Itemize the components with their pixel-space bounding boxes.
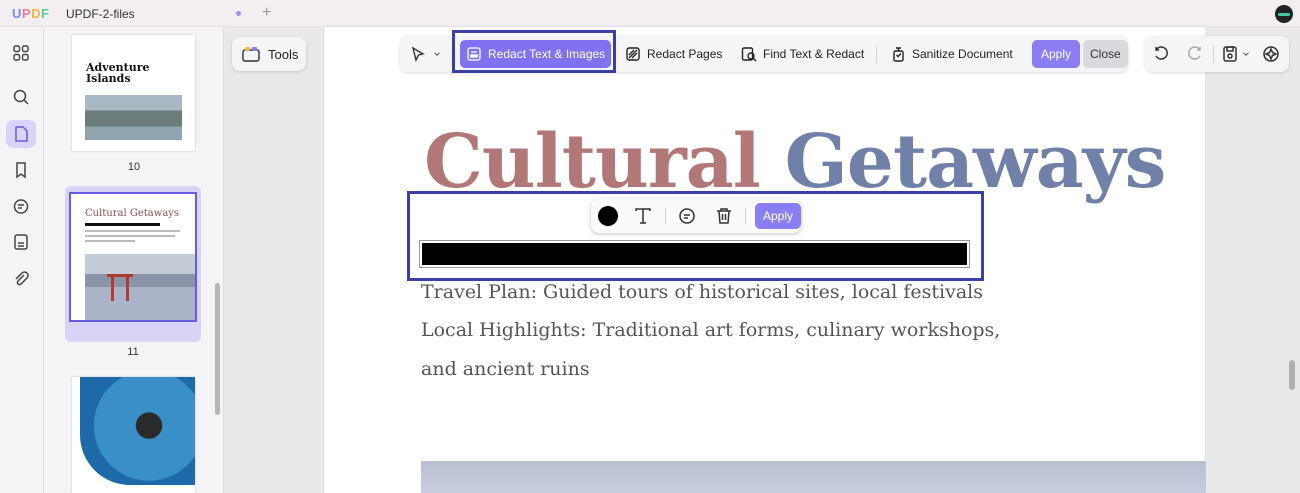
- tab-title: UPDF-2-files: [66, 7, 135, 21]
- pdf-page: Cultural Getaways Apply Travel Plan: Gui…: [323, 27, 1206, 493]
- comment-icon[interactable]: [678, 207, 696, 225]
- chevron-down-icon: [434, 52, 440, 56]
- text-line-local-highlights: Local Highlights: Traditional art forms,…: [421, 319, 1001, 341]
- title-bar: UPDF UPDF-2-files +: [0, 0, 1300, 27]
- thumb-text-line: [85, 240, 135, 242]
- cursor-icon: [411, 46, 425, 62]
- text-line-ancient-ruins: and ancient ruins: [421, 358, 590, 380]
- active-tool-highlight: [452, 30, 616, 73]
- select-tool-button[interactable]: [404, 40, 448, 68]
- tools-label: Tools: [268, 46, 299, 62]
- bookmark-icon[interactable]: [6, 156, 36, 184]
- thumbnail-panel: Adventure Islands 10 Cultural Getaways 1…: [44, 27, 224, 493]
- document-icon[interactable]: [6, 120, 36, 148]
- find-text-redact-button[interactable]: Find Text & Redact: [735, 40, 870, 68]
- page-image-partial: [421, 461, 1206, 493]
- tools-button[interactable]: Tools: [232, 37, 306, 71]
- chevron-down-icon[interactable]: [1241, 45, 1251, 63]
- thumb-image-diver: [80, 377, 195, 485]
- divider: [1213, 45, 1214, 63]
- redact-pages-button[interactable]: Redact Pages: [619, 40, 728, 68]
- thumb-text-line: [85, 235, 175, 237]
- document-scrollbar[interactable]: [1289, 360, 1295, 390]
- thumb-redaction-mark: [85, 223, 160, 226]
- thumbnail-scrollbar[interactable]: [215, 283, 220, 415]
- close-button[interactable]: Close: [1083, 40, 1128, 68]
- text-icon[interactable]: [634, 207, 652, 225]
- thumb-title: Cultural Getaways: [85, 208, 180, 219]
- thumb-image-coast: [85, 95, 182, 140]
- divider: [745, 208, 746, 224]
- fill-color-swatch[interactable]: [598, 206, 618, 226]
- redact-pages-label: Redact Pages: [647, 47, 723, 61]
- sanitize-document-button[interactable]: Sanitize Document: [884, 40, 1019, 68]
- find-redact-icon: [741, 47, 757, 62]
- popup-apply-button[interactable]: Apply: [755, 203, 802, 229]
- tools-icon: [242, 47, 260, 62]
- redaction-mark[interactable]: [419, 240, 970, 268]
- text-line-travel-plan: Travel Plan: Guided tours of historical …: [421, 281, 983, 303]
- comment-icon[interactable]: [6, 193, 36, 221]
- redo-icon[interactable]: [1185, 45, 1203, 63]
- undo-icon[interactable]: [1153, 45, 1171, 63]
- sanitize-document-label: Sanitize Document: [912, 47, 1013, 61]
- thumbnail-page-11[interactable]: Cultural Getaways: [69, 192, 197, 322]
- search-icon[interactable]: [6, 83, 36, 111]
- trash-icon[interactable]: [715, 207, 733, 225]
- thumb-text-line: [85, 230, 180, 232]
- redact-pages-icon: [626, 47, 640, 61]
- thumb-title-line2: Islands: [86, 72, 131, 85]
- left-rail: [0, 27, 44, 493]
- thumb-image-torii: [85, 254, 195, 320]
- apply-button[interactable]: Apply: [1032, 40, 1081, 68]
- document-area: Cultural Getaways Apply Travel Plan: Gui…: [225, 27, 1300, 493]
- sanitize-icon: [893, 47, 904, 62]
- unsaved-dot-icon: [236, 11, 241, 16]
- avatar[interactable]: [1275, 5, 1293, 23]
- attachment-icon[interactable]: [6, 265, 36, 293]
- form-icon[interactable]: [6, 228, 36, 256]
- new-tab-plus-icon[interactable]: +: [262, 4, 271, 22]
- thumbnail-page-10[interactable]: Adventure Islands: [72, 35, 195, 151]
- history-toolbar: [1145, 36, 1289, 72]
- pages-icon[interactable]: [6, 39, 36, 67]
- ai-assistant-icon[interactable]: [1261, 44, 1281, 64]
- redaction-popup: Apply: [591, 199, 802, 233]
- thumbnail-page-12[interactable]: [72, 377, 195, 493]
- find-text-redact-label: Find Text & Redact: [763, 47, 865, 61]
- thumb-page-number: 10: [127, 161, 141, 173]
- save-icon[interactable]: [1221, 45, 1239, 63]
- thumb-page-number: 11: [127, 346, 139, 358]
- divider: [665, 208, 666, 224]
- divider: [876, 45, 877, 63]
- updf-logo: UPDF: [12, 6, 50, 21]
